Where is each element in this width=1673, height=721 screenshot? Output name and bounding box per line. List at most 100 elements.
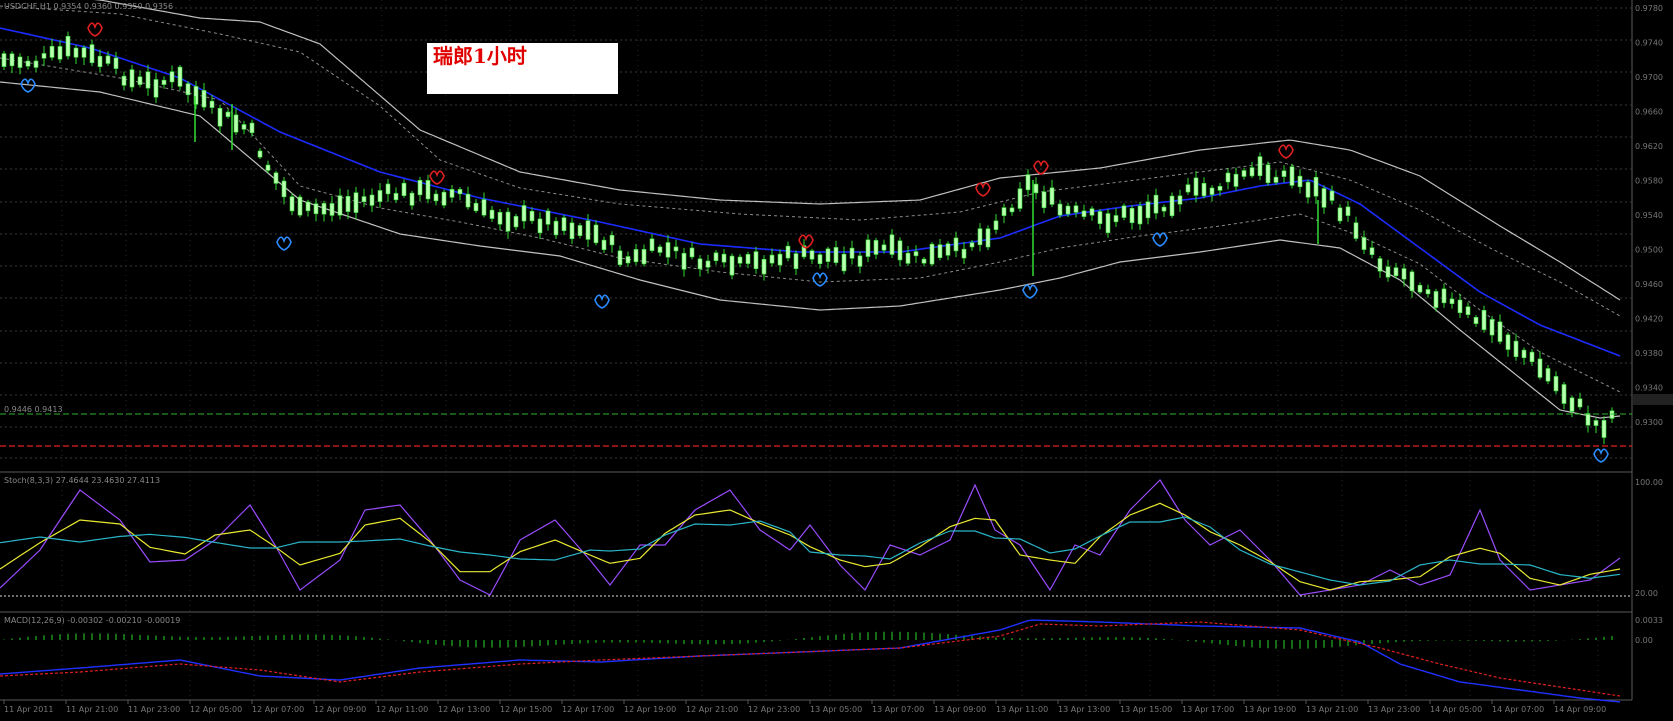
candle-body: [265, 164, 271, 171]
candle-body: [1537, 358, 1543, 378]
stoch-axis-label: 20.00: [1635, 589, 1658, 598]
candle-body: [281, 180, 287, 198]
macd-header: MACD(12,26,9) -0.00302 -0.00210 -0.00019: [4, 616, 180, 625]
candle-body: [9, 53, 15, 67]
candle-body: [1609, 410, 1615, 419]
candle-body: [729, 255, 735, 276]
fractal-up-icon: [1278, 144, 1294, 159]
time-axis-label: 13 Apr 13:00: [1058, 705, 1110, 714]
candle-body: [1217, 186, 1223, 191]
price-axis-label: 0.9340: [1635, 384, 1663, 393]
candle-body: [1457, 299, 1463, 314]
candle-body: [977, 228, 983, 246]
price-axis-label: 0.9700: [1635, 73, 1663, 82]
price-axis-label: 0.9780: [1635, 4, 1663, 13]
candle-body: [1593, 420, 1599, 426]
chart-canvas[interactable]: 0.9780 0.9740 0.9700 0.9660 0.9620 0.9580 0.95…: [0, 0, 1673, 717]
candle-body: [241, 124, 247, 130]
candle-body: [1577, 398, 1583, 408]
candle-body: [921, 258, 927, 264]
candle-body: [593, 224, 599, 244]
candle-body: [217, 107, 223, 127]
envelope-lower: [0, 57, 1621, 393]
macd-axis-label: 0.0033: [1635, 616, 1663, 625]
candle-body: [249, 122, 255, 134]
candle-body: [865, 239, 871, 257]
candle-body: [449, 189, 455, 198]
candle-body: [137, 76, 143, 85]
candle-body: [161, 79, 167, 85]
candle-body: [1409, 271, 1415, 292]
candle-body: [857, 255, 863, 267]
time-axis-label: 12 Apr 05:00: [190, 705, 242, 714]
candle-body: [1249, 167, 1255, 177]
time-axis-label: 13 Apr 11:00: [996, 705, 1048, 714]
candle-body: [1337, 207, 1343, 222]
candle-body: [1385, 266, 1391, 278]
candle-body: [169, 71, 175, 83]
candle-body: [609, 234, 615, 246]
candle-body: [289, 196, 295, 212]
candle-body: [833, 247, 839, 263]
current-price-box: [1633, 394, 1673, 405]
candle-body: [1145, 201, 1151, 219]
candle-body: [441, 191, 447, 206]
trading-chart-window[interactable]: 0.9780 0.9740 0.9700 0.9660 0.9620 0.9580 0.95…: [0, 0, 1673, 717]
candle-body: [673, 246, 679, 252]
candle-body: [1073, 205, 1079, 213]
candle-body: [177, 66, 183, 87]
candle-body: [81, 47, 87, 58]
price-axis-label: 0.9740: [1635, 39, 1663, 48]
fractal-up-icon: [87, 22, 103, 37]
time-axis-label: 12 Apr 11:00: [376, 705, 428, 714]
candle-body: [641, 249, 647, 265]
candle-body: [489, 209, 495, 219]
candle-body: [345, 196, 351, 212]
candle-body: [1137, 205, 1143, 225]
candle-body: [1273, 176, 1279, 183]
candle-body: [73, 47, 79, 58]
candle-body: [313, 203, 319, 215]
time-axis-label: 11 Apr 23:00: [128, 705, 180, 714]
candle-body: [825, 248, 831, 262]
time-axis-label: 13 Apr 07:00: [872, 705, 924, 714]
candle-body: [1065, 205, 1071, 215]
candle-body: [417, 180, 423, 196]
candle-body: [1329, 190, 1335, 201]
stoch-axis-label: 100.00: [1635, 478, 1663, 487]
candle-body: [1585, 413, 1591, 426]
candle-body: [985, 228, 991, 248]
price-level-label: 0.9446 0.9413: [4, 405, 63, 414]
candle-body: [841, 253, 847, 272]
candle-body: [481, 199, 487, 216]
candle-body: [777, 253, 783, 266]
candle-body: [385, 183, 391, 195]
candle-body: [633, 249, 639, 263]
candle-body: [1433, 291, 1439, 308]
time-axis-label: 12 Apr 17:00: [562, 705, 614, 714]
time-axis-label: 12 Apr 21:00: [686, 705, 738, 714]
fractal-up-icon: [975, 182, 991, 197]
candle-body: [993, 220, 999, 230]
candle-body: [1177, 195, 1183, 205]
price-axis-label: 0.9380: [1635, 349, 1663, 358]
time-axis-label: 14 Apr 07:00: [1492, 705, 1544, 714]
candle-body: [1233, 173, 1239, 187]
candle-body: [1521, 349, 1527, 358]
candle-body: [25, 60, 31, 67]
candle-body: [521, 205, 527, 222]
candle-body: [1465, 306, 1471, 315]
symbol-header: USDCHF,H1 0.9354 0.9360 0.9350 0.9356: [4, 2, 173, 11]
candle-body: [1345, 206, 1351, 216]
candle-body: [185, 83, 191, 96]
chart-text-label[interactable]: 瑞郎1小时: [427, 43, 618, 94]
price-axis-label: 0.9540: [1635, 211, 1663, 220]
candle-body: [1041, 191, 1047, 209]
candle-body: [1297, 175, 1303, 188]
candle-body: [1481, 310, 1487, 330]
candle-body: [561, 217, 567, 232]
candle-body: [1321, 188, 1327, 208]
marker-shape: [1593, 448, 1609, 463]
candle-body: [793, 253, 799, 269]
candle-body: [905, 252, 911, 264]
